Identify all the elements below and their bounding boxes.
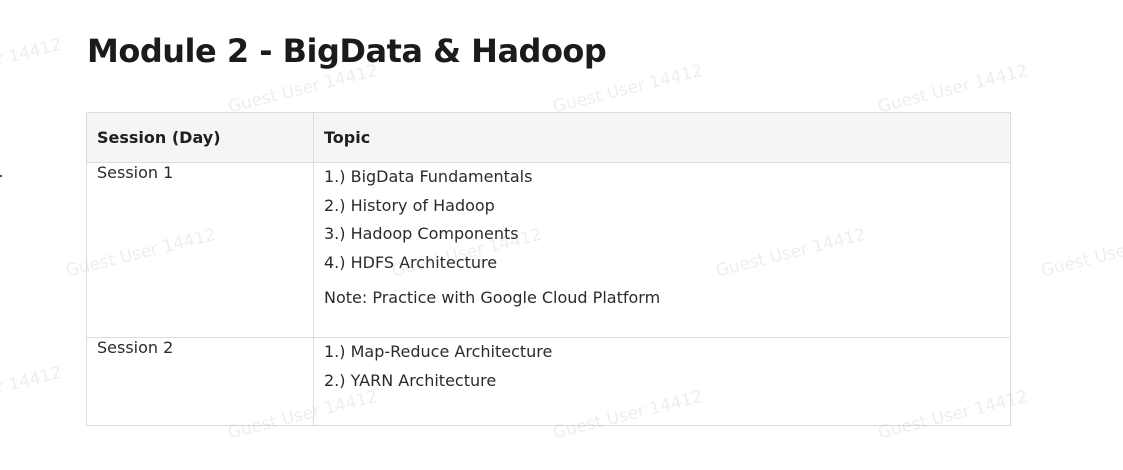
- topic-cell: 1.) Map-Reduce Architecture 2.) YARN Arc…: [313, 337, 1011, 426]
- session-cell: Session 1: [86, 162, 314, 338]
- table-header-row: Session (Day) Topic: [86, 112, 1011, 163]
- header-session: Session (Day): [86, 112, 314, 163]
- page-title: Module 2 - BigData & Hadoop: [87, 32, 607, 70]
- topic-item: 3.) Hadoop Components: [324, 224, 519, 244]
- topic-item: 2.) YARN Architecture: [324, 370, 497, 390]
- topic-cell: 1.) BigData Fundamentals 2.) History of …: [313, 162, 1011, 338]
- table-row: Session 1 1.) BigData Fundamentals 2.) H…: [86, 162, 1011, 338]
- sessions-table: Session (Day) Topic Session 1 1.) BigDat…: [86, 112, 1011, 426]
- header-topic: Topic: [313, 112, 1011, 163]
- topic-item: 1.) Map-Reduce Architecture: [324, 342, 553, 361]
- session-cell: Session 2: [86, 337, 314, 426]
- watermark: Guest User 14412: [0, 34, 64, 92]
- topic-note: Note: Practice with Google Cloud Platfor…: [324, 288, 661, 308]
- document-page: Module 2 - BigData & Hadoop Session (Day…: [0, 0, 1123, 470]
- watermark: Guest User 14412: [1039, 225, 1123, 282]
- margin-marker: [0, 175, 2, 177]
- topic-item: 4.) HDFS Architecture: [324, 252, 498, 272]
- watermark: Guest User 14412: [876, 60, 1030, 118]
- topic-item: 1.) BigData Fundamentals: [324, 167, 533, 186]
- topic-item: 2.) History of Hadoop: [324, 195, 495, 215]
- watermark: Guest User 14412: [0, 362, 64, 420]
- table-row: Session 2 1.) Map-Reduce Architecture 2.…: [86, 337, 1011, 426]
